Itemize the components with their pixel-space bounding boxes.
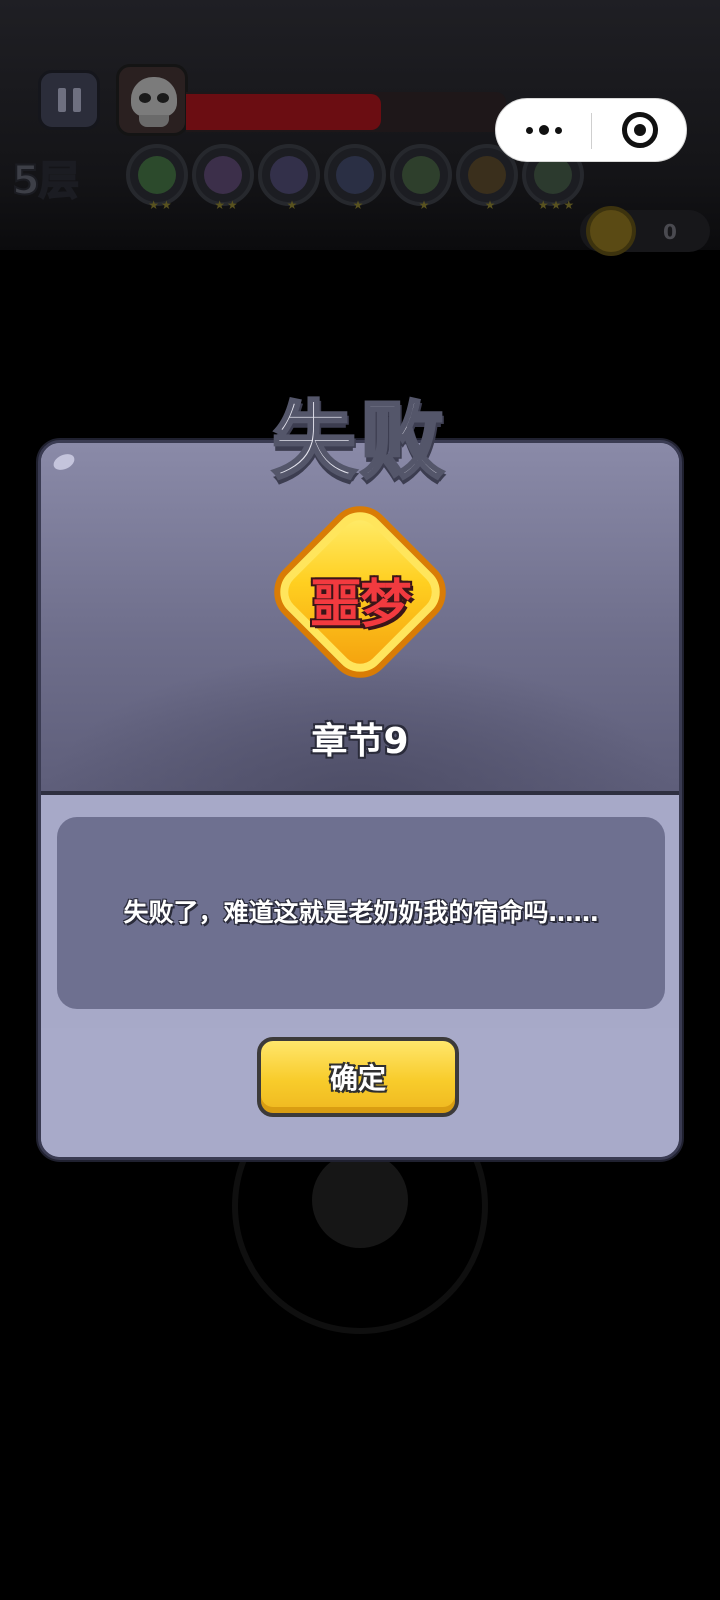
player-avatar	[116, 64, 188, 136]
skill-stars: ★★	[214, 198, 240, 212]
arrow-skill-icon: ★	[258, 144, 320, 212]
close-miniprogram-button[interactable]	[592, 99, 687, 161]
coin-count: 0	[663, 220, 677, 244]
difficulty-badge: 噩梦	[261, 493, 459, 691]
skill-stars: ★★	[148, 198, 174, 212]
skill-stars: ★★★	[537, 198, 577, 212]
floor-label: 5层	[11, 157, 80, 205]
skill-stars: ★	[352, 198, 366, 212]
message-panel: 失败了，难道这就是老奶奶我的宿命吗……	[57, 817, 665, 1009]
miniprogram-capsule	[495, 98, 687, 162]
target-icon	[621, 112, 658, 148]
sword-skill-icon: ★★	[126, 144, 188, 212]
health-bar-fill	[186, 94, 382, 130]
coin-icon	[586, 206, 636, 256]
failure-message: 失败了，难道这就是老奶奶我的宿命吗……	[123, 898, 599, 927]
skull-icon	[131, 77, 177, 117]
pause-button[interactable]	[38, 70, 100, 130]
skill-stars: ★	[418, 198, 432, 212]
confirm-button[interactable]: 确定	[257, 1037, 459, 1117]
cannon-skill-icon: ★★	[192, 144, 254, 212]
chapter-label: 章节9	[311, 721, 409, 762]
shield-skill-icon: ★	[390, 144, 452, 212]
pause-icon	[57, 88, 66, 112]
skill-stars: ★	[286, 198, 300, 212]
skill-stars: ★	[484, 198, 498, 212]
dialog-title: 失败	[270, 391, 448, 492]
hat-skill-icon: ★	[324, 144, 386, 212]
more-button[interactable]	[496, 99, 591, 161]
difficulty-label: 噩梦	[309, 575, 412, 635]
joystick-knob	[312, 1152, 408, 1248]
more-icon	[525, 126, 533, 134]
